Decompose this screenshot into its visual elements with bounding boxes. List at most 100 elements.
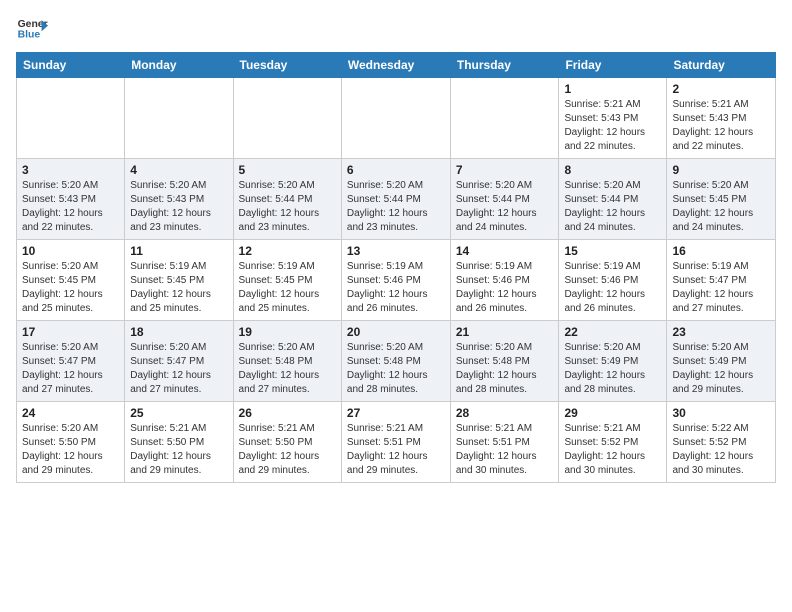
- weekday-header-saturday: Saturday: [667, 53, 776, 78]
- calendar-cell: 27Sunrise: 5:21 AM Sunset: 5:51 PM Dayli…: [341, 402, 450, 483]
- calendar-cell: 21 Sunrise: 5:20 AM Sunset: 5:48 PM Dayli…: [450, 321, 559, 402]
- day-info: Sunrise: 5:20 AM Sunset: 5:48 PM Dayligh…: [347, 341, 445, 397]
- day-number: 29: [564, 406, 661, 420]
- calendar-cell: [125, 78, 233, 159]
- calendar-cell: 12Sunrise: 5:19 AM Sunset: 5:45 PM Dayli…: [233, 240, 341, 321]
- calendar-cell: [341, 78, 450, 159]
- weekday-header-thursday: Thursday: [450, 53, 559, 78]
- day-info: Sunrise: 5:20 AM Sunset: 5:47 PM Dayligh…: [130, 341, 227, 397]
- day-number: 22: [564, 325, 661, 339]
- day-number: 28: [456, 406, 554, 420]
- day-info: Sunrise: 5:19 AM Sunset: 5:45 PM Dayligh…: [130, 260, 227, 316]
- calendar-week-row: 24 Sunrise: 5:20 AM Sunset: 5:50 PM Dayli…: [17, 402, 776, 483]
- day-info: Sunrise: 5:20 AM Sunset: 5:45 PM Dayligh…: [672, 179, 770, 235]
- day-info: Sunrise: 5:21 AM Sunset: 5:43 PM Dayligh…: [564, 98, 661, 154]
- calendar-cell: 4 Sunrise: 5:20 AM Sunset: 5:43 PM Daylig…: [125, 159, 233, 240]
- calendar-cell: 5 Sunrise: 5:20 AM Sunset: 5:44 PM Daylig…: [233, 159, 341, 240]
- calendar-week-row: 17 Sunrise: 5:20 AM Sunset: 5:47 PM Dayli…: [17, 321, 776, 402]
- calendar-cell: 7 Sunrise: 5:20 AM Sunset: 5:44 PM Daylig…: [450, 159, 559, 240]
- day-number: 6: [347, 163, 445, 177]
- day-info: Sunrise: 5:20 AM Sunset: 5:44 PM Dayligh…: [456, 179, 554, 235]
- calendar-cell: [233, 78, 341, 159]
- day-number: 1: [564, 82, 661, 96]
- calendar-cell: 19 Sunrise: 5:20 AM Sunset: 5:48 PM Dayli…: [233, 321, 341, 402]
- day-info: Sunrise: 5:20 AM Sunset: 5:44 PM Dayligh…: [564, 179, 661, 235]
- day-info: Sunrise: 5:19 AM Sunset: 5:46 PM Dayligh…: [564, 260, 661, 316]
- day-number: 20: [347, 325, 445, 339]
- day-number: 24: [22, 406, 119, 420]
- day-number: 11: [130, 244, 227, 258]
- calendar-week-row: 3 Sunrise: 5:20 AM Sunset: 5:43 PM Daylig…: [17, 159, 776, 240]
- calendar-cell: 23 Sunrise: 5:20 AM Sunset: 5:49 PM Dayli…: [667, 321, 776, 402]
- weekday-header-wednesday: Wednesday: [341, 53, 450, 78]
- day-info: Sunrise: 5:20 AM Sunset: 5:44 PM Dayligh…: [239, 179, 336, 235]
- day-info: Sunrise: 5:20 AM Sunset: 5:43 PM Dayligh…: [130, 179, 227, 235]
- day-info: Sunrise: 5:20 AM Sunset: 5:47 PM Dayligh…: [22, 341, 119, 397]
- logo: General Blue: [16, 16, 48, 44]
- day-info: Sunrise: 5:21 AM Sunset: 5:51 PM Dayligh…: [347, 422, 445, 478]
- calendar-cell: 14Sunrise: 5:19 AM Sunset: 5:46 PM Dayli…: [450, 240, 559, 321]
- weekday-header-friday: Friday: [559, 53, 667, 78]
- calendar-cell: [450, 78, 559, 159]
- calendar-cell: 15 Sunrise: 5:19 AM Sunset: 5:46 PM Dayli…: [559, 240, 667, 321]
- day-number: 15: [564, 244, 661, 258]
- day-info: Sunrise: 5:20 AM Sunset: 5:49 PM Dayligh…: [564, 341, 661, 397]
- day-number: 8: [564, 163, 661, 177]
- day-number: 25: [130, 406, 227, 420]
- page: General Blue SundayMondayTuesdayWednesda…: [0, 0, 792, 612]
- svg-text:Blue: Blue: [18, 30, 41, 41]
- weekday-header-tuesday: Tuesday: [233, 53, 341, 78]
- day-number: 23: [672, 325, 770, 339]
- calendar-cell: 8 Sunrise: 5:20 AM Sunset: 5:44 PM Daylig…: [559, 159, 667, 240]
- header: General Blue: [16, 16, 776, 44]
- day-number: 13: [347, 244, 445, 258]
- calendar-cell: 16Sunrise: 5:19 AM Sunset: 5:47 PM Dayli…: [667, 240, 776, 321]
- day-number: 18: [130, 325, 227, 339]
- calendar-cell: 13Sunrise: 5:19 AM Sunset: 5:46 PM Dayli…: [341, 240, 450, 321]
- weekday-header-row: SundayMondayTuesdayWednesdayThursdayFrid…: [17, 53, 776, 78]
- day-number: 30: [672, 406, 770, 420]
- day-info: Sunrise: 5:20 AM Sunset: 5:49 PM Dayligh…: [672, 341, 770, 397]
- day-number: 9: [672, 163, 770, 177]
- weekday-header-monday: Monday: [125, 53, 233, 78]
- day-number: 19: [239, 325, 336, 339]
- day-info: Sunrise: 5:22 AM Sunset: 5:52 PM Dayligh…: [672, 422, 770, 478]
- calendar-cell: 1 Sunrise: 5:21 AM Sunset: 5:43 PM Daylig…: [559, 78, 667, 159]
- day-number: 4: [130, 163, 227, 177]
- calendar-cell: 28 Sunrise: 5:21 AM Sunset: 5:51 PM Dayli…: [450, 402, 559, 483]
- day-number: 3: [22, 163, 119, 177]
- day-number: 7: [456, 163, 554, 177]
- calendar-cell: 9 Sunrise: 5:20 AM Sunset: 5:45 PM Daylig…: [667, 159, 776, 240]
- day-number: 10: [22, 244, 119, 258]
- calendar-cell: 2Sunrise: 5:21 AM Sunset: 5:43 PM Daylig…: [667, 78, 776, 159]
- day-info: Sunrise: 5:20 AM Sunset: 5:48 PM Dayligh…: [456, 341, 554, 397]
- day-info: Sunrise: 5:21 AM Sunset: 5:52 PM Dayligh…: [564, 422, 661, 478]
- day-info: Sunrise: 5:21 AM Sunset: 5:50 PM Dayligh…: [130, 422, 227, 478]
- day-number: 17: [22, 325, 119, 339]
- calendar-cell: 17 Sunrise: 5:20 AM Sunset: 5:47 PM Dayli…: [17, 321, 125, 402]
- day-number: 12: [239, 244, 336, 258]
- calendar-cell: 18 Sunrise: 5:20 AM Sunset: 5:47 PM Dayli…: [125, 321, 233, 402]
- calendar-cell: 25 Sunrise: 5:21 AM Sunset: 5:50 PM Dayli…: [125, 402, 233, 483]
- calendar-cell: 22 Sunrise: 5:20 AM Sunset: 5:49 PM Dayli…: [559, 321, 667, 402]
- day-number: 14: [456, 244, 554, 258]
- calendar-cell: 11 Sunrise: 5:19 AM Sunset: 5:45 PM Dayli…: [125, 240, 233, 321]
- day-number: 5: [239, 163, 336, 177]
- day-number: 21: [456, 325, 554, 339]
- day-number: 2: [672, 82, 770, 96]
- calendar-week-row: 10 Sunrise: 5:20 AM Sunset: 5:45 PM Dayli…: [17, 240, 776, 321]
- calendar-cell: 3 Sunrise: 5:20 AM Sunset: 5:43 PM Daylig…: [17, 159, 125, 240]
- calendar-cell: 24 Sunrise: 5:20 AM Sunset: 5:50 PM Dayli…: [17, 402, 125, 483]
- day-info: Sunrise: 5:21 AM Sunset: 5:51 PM Dayligh…: [456, 422, 554, 478]
- weekday-header-sunday: Sunday: [17, 53, 125, 78]
- day-info: Sunrise: 5:20 AM Sunset: 5:45 PM Dayligh…: [22, 260, 119, 316]
- calendar-table: SundayMondayTuesdayWednesdayThursdayFrid…: [16, 52, 776, 483]
- calendar-cell: 26Sunrise: 5:21 AM Sunset: 5:50 PM Dayli…: [233, 402, 341, 483]
- calendar-cell: 29 Sunrise: 5:21 AM Sunset: 5:52 PM Dayli…: [559, 402, 667, 483]
- calendar-cell: 6Sunrise: 5:20 AM Sunset: 5:44 PM Daylig…: [341, 159, 450, 240]
- day-info: Sunrise: 5:20 AM Sunset: 5:48 PM Dayligh…: [239, 341, 336, 397]
- logo-icon: General Blue: [16, 16, 48, 44]
- day-info: Sunrise: 5:20 AM Sunset: 5:50 PM Dayligh…: [22, 422, 119, 478]
- calendar-week-row: 1 Sunrise: 5:21 AM Sunset: 5:43 PM Daylig…: [17, 78, 776, 159]
- day-info: Sunrise: 5:20 AM Sunset: 5:43 PM Dayligh…: [22, 179, 119, 235]
